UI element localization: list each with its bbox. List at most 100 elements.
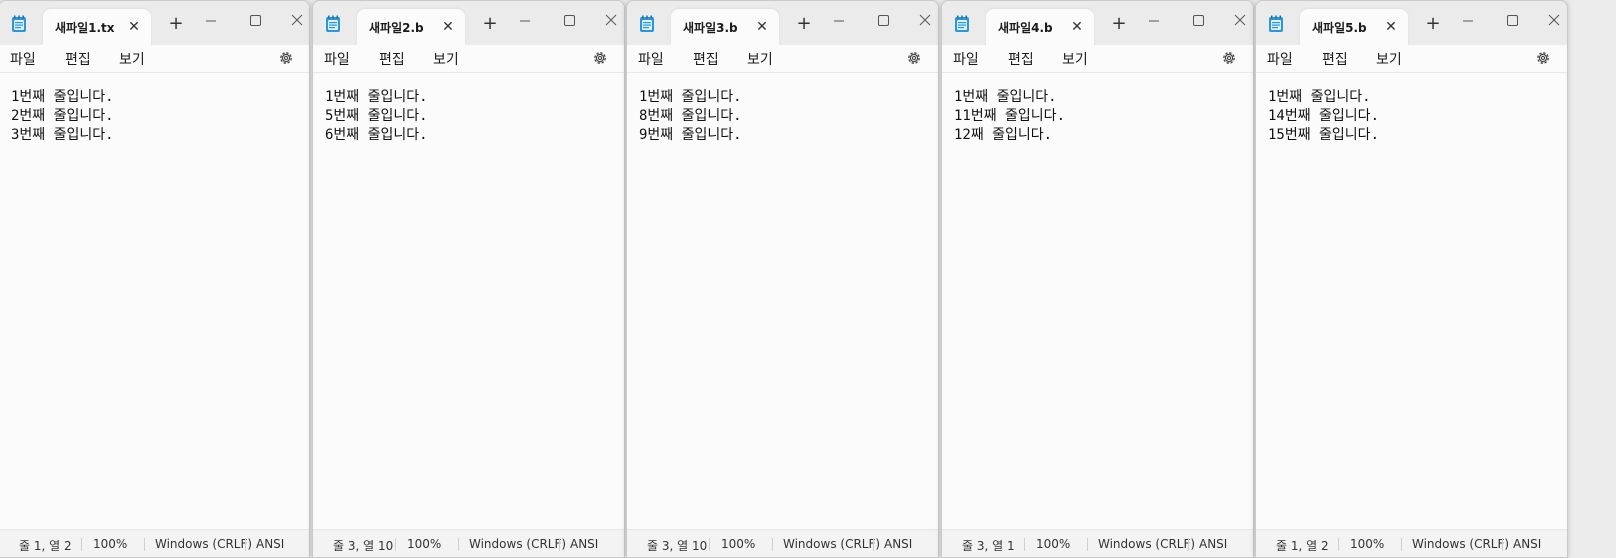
close-icon[interactable] — [279, 7, 310, 35]
close-icon[interactable] — [907, 7, 939, 35]
zoom-level[interactable]: 100% — [721, 537, 755, 551]
close-icon[interactable] — [1536, 7, 1568, 35]
file-tab[interactable]: 새파일4.b ✕ — [986, 9, 1094, 47]
encoding[interactable]: ANSI — [1513, 537, 1541, 551]
zoom-level[interactable]: 100% — [93, 537, 127, 551]
close-icon[interactable] — [1222, 7, 1254, 35]
minimize-icon[interactable] — [507, 7, 543, 35]
line-ending[interactable]: Windows (CRLF) — [469, 537, 566, 551]
title-bar[interactable]: 새파일3.b ✕ + — [627, 1, 939, 47]
menu-file[interactable]: 파일 — [1267, 49, 1293, 69]
title-bar[interactable]: 새파일1.tx ✕ + — [0, 1, 310, 47]
plus-icon[interactable]: + — [1424, 15, 1442, 33]
menu-edit[interactable]: 편집 — [1322, 49, 1348, 69]
text-editor[interactable]: 1번째 줄입니다. 8번째 줄입니다. 9번째 줄입니다. — [627, 74, 938, 529]
line-ending[interactable]: Windows (CRLF) — [155, 537, 252, 551]
plus-icon[interactable]: + — [1110, 15, 1128, 33]
menu-view[interactable]: 보기 — [1062, 49, 1088, 69]
plus-icon[interactable]: + — [481, 15, 499, 33]
tab-title: 새파일1.tx — [55, 21, 115, 35]
minimize-icon[interactable] — [1450, 7, 1486, 35]
text-editor[interactable]: 1번째 줄입니다. 14번째 줄입니다. 15번째 줄입니다. — [1256, 74, 1567, 529]
text-line: 6번째 줄입니다. — [325, 127, 428, 143]
zoom-level[interactable]: 100% — [407, 537, 441, 551]
maximize-icon[interactable] — [1180, 7, 1216, 35]
close-icon[interactable]: ✕ — [753, 18, 771, 36]
close-icon[interactable]: ✕ — [439, 18, 457, 36]
status-divider — [395, 538, 396, 551]
text-editor[interactable]: 1번째 줄입니다. 5번째 줄입니다. 6번째 줄입니다. — [313, 74, 624, 529]
plus-icon[interactable]: + — [795, 15, 813, 33]
menu-edit[interactable]: 편집 — [65, 49, 91, 69]
zoom-level[interactable]: 100% — [1350, 537, 1384, 551]
notepad-icon — [12, 15, 26, 32]
text-line: 1번째 줄입니다. — [11, 89, 114, 105]
file-tab[interactable]: 새파일3.b ✕ — [671, 9, 779, 47]
gear-icon[interactable] — [591, 49, 609, 67]
text-editor[interactable]: 1번째 줄입니다. 11번째 줄입니다. 12째 줄입니다. — [942, 74, 1253, 529]
plus-icon[interactable]: + — [167, 15, 185, 33]
menu-file[interactable]: 파일 — [324, 49, 350, 69]
menu-view[interactable]: 보기 — [119, 49, 145, 69]
line-ending[interactable]: Windows (CRLF) — [1098, 537, 1195, 551]
status-bar: 줄 3, 열 1 100% Windows (CRLF) ANSI — [942, 529, 1253, 557]
title-bar[interactable]: 새파일5.b ✕ + — [1256, 1, 1568, 47]
gear-icon[interactable] — [905, 49, 923, 67]
close-icon[interactable] — [593, 7, 625, 35]
text-line: 14번째 줄입니다. — [1268, 108, 1379, 124]
close-icon[interactable]: ✕ — [1382, 18, 1400, 36]
text-line: 1번째 줄입니다. — [325, 89, 428, 105]
status-divider — [709, 538, 710, 551]
encoding[interactable]: ANSI — [570, 537, 598, 551]
close-icon[interactable]: ✕ — [125, 18, 143, 36]
text-line: 8번째 줄입니다. — [639, 108, 742, 124]
encoding[interactable]: ANSI — [1199, 537, 1227, 551]
maximize-icon[interactable] — [551, 7, 587, 35]
menu-view[interactable]: 보기 — [747, 49, 773, 69]
status-divider — [1401, 538, 1402, 551]
text-line: 5번째 줄입니다. — [325, 108, 428, 124]
menu-edit[interactable]: 편집 — [379, 49, 405, 69]
maximize-icon[interactable] — [1494, 7, 1530, 35]
gear-icon[interactable] — [277, 49, 295, 67]
text-line: 15번째 줄입니다. — [1268, 127, 1379, 143]
status-divider — [1024, 538, 1025, 551]
menu-view[interactable]: 보기 — [1376, 49, 1402, 69]
notepad-window-4: 새파일4.b ✕ + 파일 편집 보기 1번째 줄입니다. 11번째 줄입니다.… — [941, 0, 1254, 558]
menu-file[interactable]: 파일 — [638, 49, 664, 69]
line-ending[interactable]: Windows (CRLF) — [1412, 537, 1509, 551]
title-bar[interactable]: 새파일4.b ✕ + — [942, 1, 1254, 47]
text-editor[interactable]: 1번째 줄입니다. 2번째 줄입니다. 3번째 줄입니다. — [0, 74, 309, 529]
encoding[interactable]: ANSI — [256, 537, 284, 551]
menu-edit[interactable]: 편집 — [1008, 49, 1034, 69]
menu-edit[interactable]: 편집 — [693, 49, 719, 69]
file-tab[interactable]: 새파일1.tx ✕ — [43, 9, 151, 47]
maximize-icon[interactable] — [865, 7, 901, 35]
gear-icon[interactable] — [1220, 49, 1238, 67]
file-tab[interactable]: 새파일5.b ✕ — [1300, 9, 1408, 47]
maximize-icon[interactable] — [237, 7, 273, 35]
minimize-icon[interactable] — [821, 7, 857, 35]
status-bar: 줄 1, 열 2 100% Windows (CRLF) ANSI — [0, 529, 309, 557]
notepad-icon — [1269, 15, 1283, 32]
menu-file[interactable]: 파일 — [953, 49, 979, 69]
minimize-icon[interactable] — [193, 7, 229, 35]
encoding[interactable]: ANSI — [884, 537, 912, 551]
status-divider — [1502, 538, 1503, 551]
gear-icon[interactable] — [1534, 49, 1552, 67]
notepad-icon — [640, 15, 654, 32]
minimize-icon[interactable] — [1136, 7, 1172, 35]
text-line: 1번째 줄입니다. — [639, 89, 742, 105]
close-icon[interactable]: ✕ — [1068, 18, 1086, 36]
text-line: 1번째 줄입니다. — [1268, 89, 1371, 105]
line-ending[interactable]: Windows (CRLF) — [783, 537, 880, 551]
notepad-icon — [326, 15, 340, 32]
title-bar[interactable]: 새파일2.b ✕ + — [313, 1, 625, 47]
menu-view[interactable]: 보기 — [433, 49, 459, 69]
text-line: 2번째 줄입니다. — [11, 108, 114, 124]
cursor-position: 줄 3, 열 1 — [962, 539, 1015, 553]
zoom-level[interactable]: 100% — [1036, 537, 1070, 551]
file-tab[interactable]: 새파일2.b ✕ — [357, 9, 465, 47]
text-line: 1번째 줄입니다. — [954, 89, 1057, 105]
menu-file[interactable]: 파일 — [10, 49, 36, 69]
